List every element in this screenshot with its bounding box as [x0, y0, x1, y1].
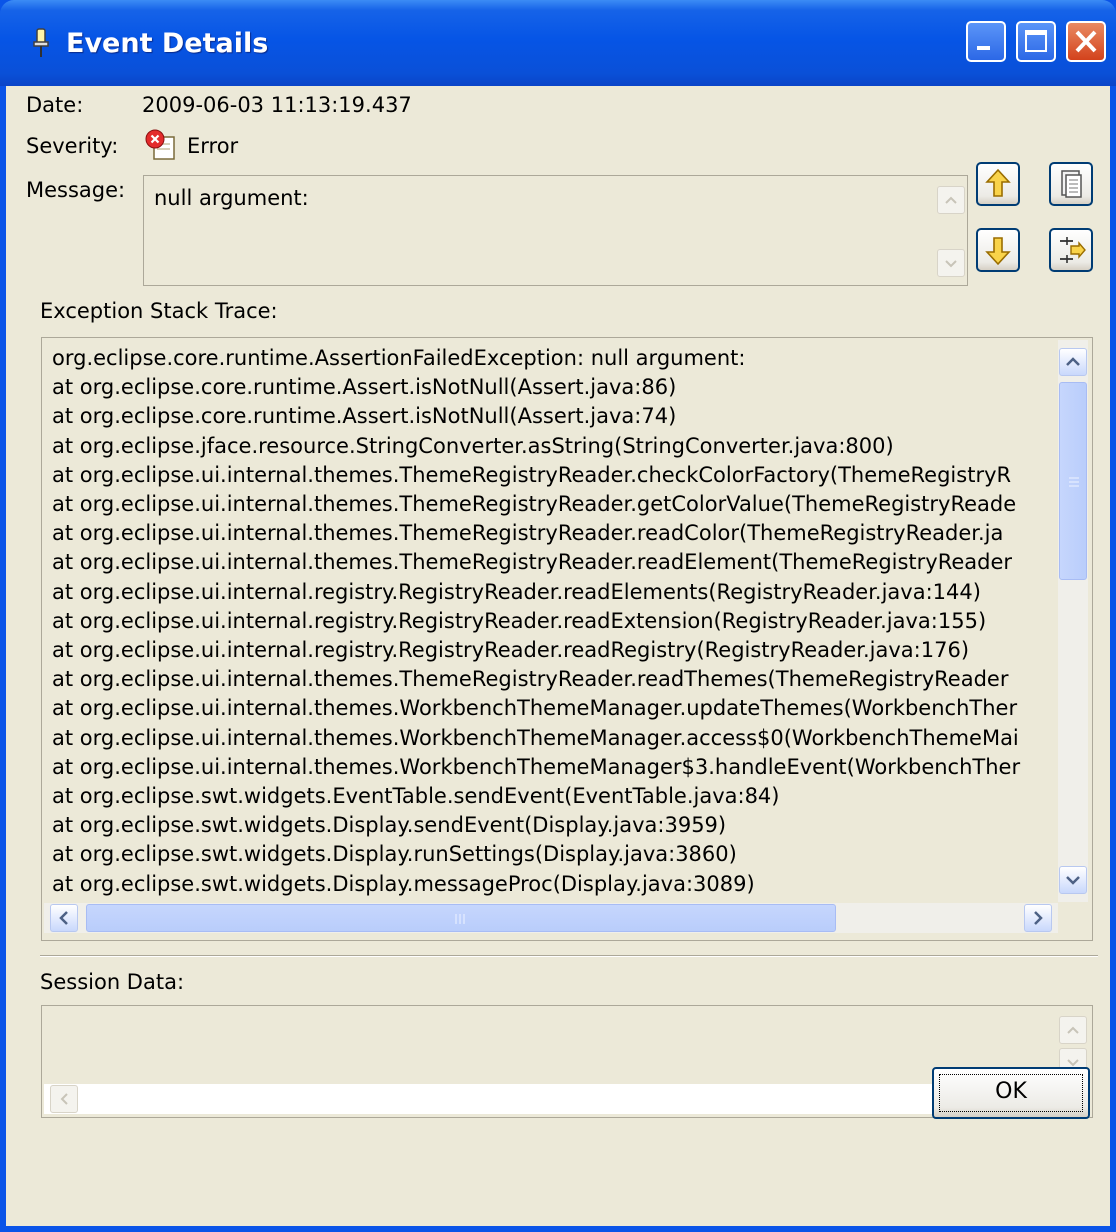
message-vertical-scrollbar[interactable] — [936, 177, 966, 284]
stack-trace-scroll-up-button[interactable] — [1059, 348, 1087, 376]
grip-icon — [1069, 477, 1079, 487]
copy-button[interactable] — [1049, 162, 1093, 206]
stack-trace-line: at org.eclipse.jface.resource.StringConv… — [52, 433, 894, 458]
chevron-down-icon — [945, 260, 957, 268]
stack-trace-line: at org.eclipse.ui.internal.themes.ThemeR… — [52, 492, 1017, 516]
pin-icon — [33, 28, 49, 57]
stack-trace-label: Exception Stack Trace: — [40, 299, 278, 323]
chevron-up-icon — [945, 196, 957, 204]
stack-trace-line: at org.eclipse.ui.internal.themes.ThemeR… — [52, 550, 1013, 575]
stack-trace-line: at org.eclipse.ui.internal.registry.Regi… — [52, 638, 970, 662]
close-button[interactable] — [1066, 21, 1106, 62]
error-icon — [145, 129, 175, 160]
chevron-left-icon — [59, 911, 68, 925]
next-event-button[interactable] — [976, 228, 1020, 272]
stack-trace-line: at org.eclipse.core.runtime.Assert.isNot… — [52, 375, 677, 400]
date-value: 2009-06-03 11:13:19.437 — [142, 93, 412, 117]
stack-trace-line: at org.eclipse.core.runtime.Assert.isNot… — [52, 404, 677, 429]
stack-trace-line: at org.eclipse.ui.internal.themes.Workbe… — [52, 754, 1021, 779]
stack-trace-horizontal-thumb[interactable] — [86, 904, 836, 932]
sort-button[interactable] — [1049, 228, 1093, 272]
sort-icon — [1060, 237, 1086, 263]
stack-trace-line: at org.eclipse.ui.internal.themes.ThemeR… — [52, 521, 1004, 546]
maximize-button[interactable] — [1016, 21, 1056, 62]
message-textarea[interactable]: null argument: — [143, 175, 968, 286]
chevron-up-icon — [1067, 1026, 1079, 1034]
stack-trace-textarea[interactable]: org.eclipse.core.runtime.AssertionFailed… — [41, 337, 1093, 941]
grip-icon — [455, 914, 465, 924]
focus-ring — [939, 1074, 1083, 1112]
date-label: Date: — [26, 93, 84, 117]
session-data-label: Session Data: — [40, 970, 185, 994]
minimize-button[interactable] — [966, 21, 1006, 62]
stack-trace-line: at org.eclipse.ui.internal.themes.Workbe… — [52, 725, 1019, 750]
severity-value: Error — [187, 134, 239, 158]
chevron-left-icon — [60, 1093, 68, 1105]
stack-trace-line: org.eclipse.core.runtime.AssertionFailed… — [52, 346, 746, 370]
section-divider — [40, 955, 1098, 957]
chevron-right-icon — [1034, 911, 1043, 925]
stack-trace-line: at org.eclipse.ui.internal.themes.ThemeR… — [52, 462, 1012, 487]
message-scroll-down-button[interactable] — [937, 249, 965, 277]
event-details-dialog: Event Details Date: 2009-06-03 11:13:19.… — [0, 0, 1116, 1232]
severity-label: Severity: — [26, 134, 119, 158]
stack-trace-line: at org.eclipse.ui.internal.themes.Workbe… — [52, 696, 1018, 721]
stack-trace-scroll-down-button[interactable] — [1059, 866, 1087, 894]
chevron-up-icon — [1066, 357, 1080, 366]
stack-trace-line: at org.eclipse.ui.internal.themes.ThemeR… — [52, 667, 1009, 692]
maximize-icon — [1025, 30, 1047, 52]
message-label: Message: — [26, 178, 126, 202]
stack-trace-line: at org.eclipse.swt.widgets.Display.messa… — [52, 871, 755, 896]
arrow-down-icon — [985, 237, 1011, 266]
arrow-up-icon — [985, 168, 1011, 197]
window-title: Event Details — [66, 28, 269, 59]
ok-button[interactable]: OK — [932, 1067, 1090, 1119]
stack-trace-horizontal-scrollbar[interactable] — [44, 903, 1058, 933]
stack-trace-scroll-right-button[interactable] — [1024, 904, 1052, 932]
message-text: null argument: — [154, 186, 309, 210]
minimize-icon — [977, 46, 990, 50]
stack-trace-scroll-left-button[interactable] — [50, 904, 78, 932]
session-scroll-up-button[interactable] — [1059, 1016, 1087, 1044]
stack-trace-line: at org.eclipse.swt.widgets.EventTable.se… — [52, 784, 780, 808]
title-bar[interactable]: Event Details — [0, 0, 1116, 86]
message-scroll-up-button[interactable] — [937, 186, 965, 214]
stack-trace-vertical-scrollbar[interactable] — [1058, 340, 1088, 902]
previous-event-button[interactable] — [976, 162, 1020, 206]
stack-trace-line: at org.eclipse.swt.widgets.Display.sendE… — [52, 813, 727, 838]
stack-trace-text: org.eclipse.core.runtime.AssertionFailed… — [42, 338, 1055, 901]
chevron-down-icon — [1066, 876, 1080, 885]
stack-trace-vertical-thumb[interactable] — [1059, 382, 1087, 580]
stack-trace-line: at org.eclipse.ui.internal.registry.Regi… — [52, 579, 981, 604]
close-icon — [1075, 30, 1097, 53]
session-data-horizontal-scrollbar[interactable] — [44, 1084, 1058, 1114]
session-scroll-left-button[interactable] — [50, 1085, 78, 1113]
stack-trace-line: at org.eclipse.ui.internal.registry.Regi… — [52, 608, 987, 633]
dialog-body: Date: 2009-06-03 11:13:19.437 Severity: … — [6, 86, 1110, 1226]
stack-trace-line: at org.eclipse.swt.widgets.Display.runSe… — [52, 842, 737, 867]
copy-icon — [1061, 170, 1082, 198]
